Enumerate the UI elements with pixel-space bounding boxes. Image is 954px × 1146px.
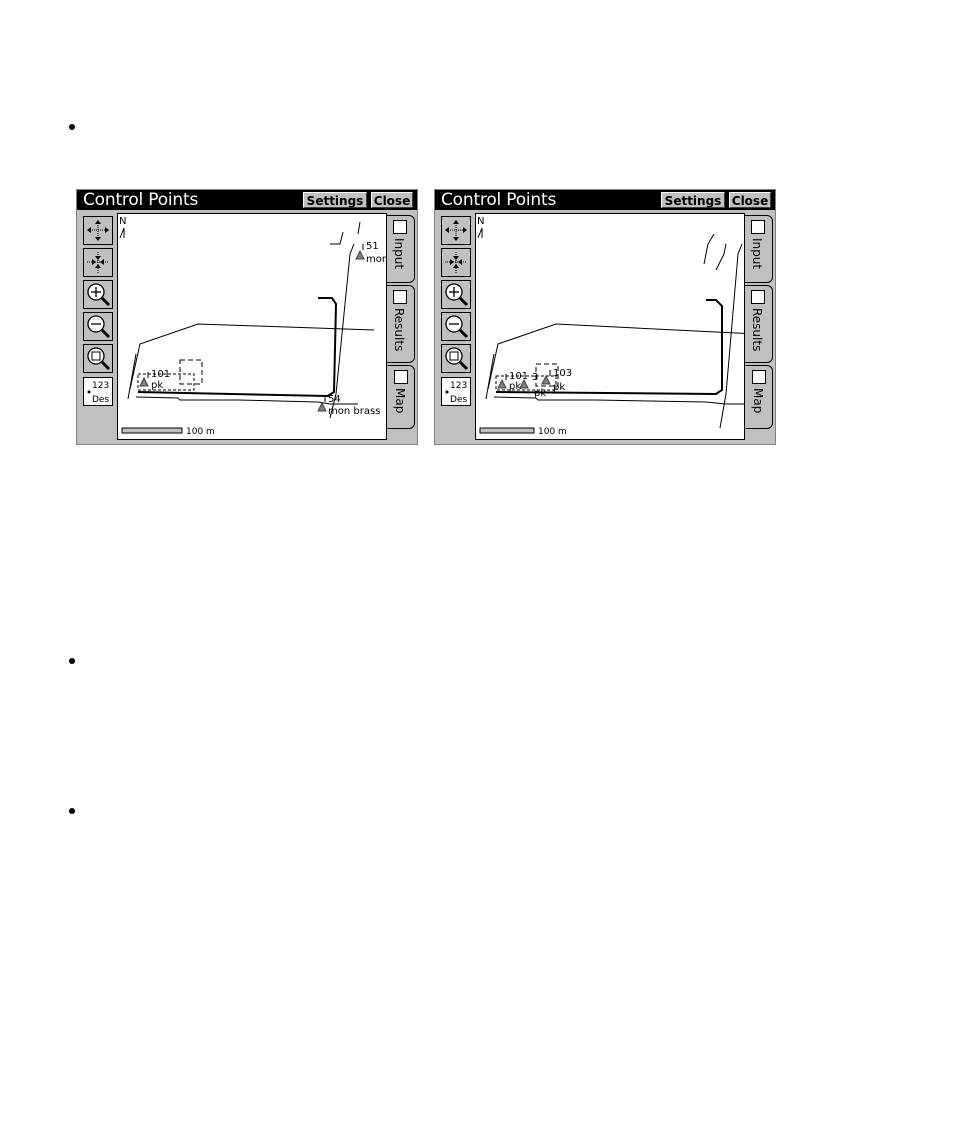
bullet-marker — [69, 658, 75, 664]
map-canvas: N 101 pk 51 mon 54 mon brass 100 m — [119, 216, 386, 437]
zoom-window-button[interactable] — [83, 344, 113, 373]
control-point-marker — [497, 378, 507, 389]
zoom-in-button[interactable] — [83, 280, 113, 309]
tab-input[interactable]: Input — [745, 215, 773, 283]
point-description: pk — [509, 381, 521, 392]
results-tab-icon — [751, 290, 765, 304]
zoom-extents-button[interactable] — [441, 216, 471, 245]
point-labels-icon: 123 Des — [445, 381, 467, 405]
scale-label: 100 m — [186, 427, 215, 437]
title-bar: Control Points Settings Close — [77, 190, 417, 210]
tab-input-label: Input — [392, 238, 406, 270]
north-label: N — [119, 216, 126, 227]
zoom-out-icon — [445, 315, 469, 339]
zoom-in-button[interactable] — [441, 280, 471, 309]
zoom-center-button[interactable] — [441, 248, 471, 277]
north-label: N — [477, 216, 484, 227]
zoom-out-button[interactable] — [83, 312, 113, 341]
tab-results-label: Results — [750, 308, 764, 352]
tab-map-label: Map — [751, 388, 765, 414]
map-canvas: N 101 pk 3 103 pk pk 100 m — [477, 216, 744, 437]
tab-strip: Input Results Map — [387, 213, 417, 443]
results-tab-icon — [393, 290, 407, 304]
tab-map[interactable]: Map — [387, 365, 415, 429]
point-label: 103 — [553, 368, 572, 379]
map-view[interactable]: N 101 pk 3 103 pk pk 100 m — [475, 213, 745, 440]
map-tab-icon — [394, 370, 408, 384]
scale-bar — [121, 427, 183, 434]
zoom-extents-icon — [87, 220, 109, 241]
map-toolbar: 123 Des — [437, 212, 473, 444]
point-description: pk — [534, 388, 546, 399]
tab-map-label: Map — [393, 388, 407, 414]
close-button[interactable]: Close — [729, 192, 771, 208]
tab-map[interactable]: Map — [745, 365, 773, 429]
map-toolbar: 123 Des — [79, 212, 115, 444]
point-description: mon brass — [328, 406, 380, 417]
bullet-marker — [69, 124, 75, 130]
svg-text:123: 123 — [450, 381, 467, 391]
zoom-extents-icon — [445, 220, 467, 241]
control-point-marker — [317, 401, 327, 412]
settings-button[interactable]: Settings — [303, 192, 367, 208]
window-title: Control Points — [83, 190, 199, 210]
tab-results[interactable]: Results — [745, 285, 773, 363]
tab-results-label: Results — [392, 308, 406, 352]
close-button[interactable]: Close — [371, 192, 413, 208]
control-points-screen-left: Control Points Settings Close 123 Des N … — [76, 189, 418, 445]
north-arrow-icon — [119, 227, 125, 239]
north-arrow-icon — [477, 227, 483, 239]
zoom-out-icon — [87, 315, 111, 339]
zoom-window-icon — [87, 347, 111, 371]
point-labels-icon: 123 Des — [87, 381, 109, 405]
point-labels-button[interactable]: 123 Des — [83, 377, 113, 406]
tab-strip: Input Results Map — [745, 213, 775, 443]
input-tab-icon — [393, 220, 407, 234]
map-tab-icon — [752, 370, 766, 384]
point-labels-button[interactable]: 123 Des — [441, 377, 471, 406]
scale-bar — [479, 427, 535, 434]
svg-text:Des: Des — [92, 395, 109, 405]
point-label: 101 — [151, 369, 170, 380]
zoom-center-icon — [445, 252, 467, 273]
window-title: Control Points — [441, 190, 557, 210]
point-description: pk — [553, 382, 565, 393]
zoom-in-icon — [87, 283, 111, 307]
control-point-marker — [139, 376, 149, 387]
map-view[interactable]: N 101 pk 51 mon 54 mon brass 100 m — [117, 213, 387, 440]
tab-results[interactable]: Results — [387, 285, 415, 363]
point-description: mon — [366, 254, 386, 265]
control-points-screen-right: Control Points Settings Close 123 Des N … — [434, 189, 776, 445]
scale-label: 100 m — [538, 427, 567, 437]
tab-input-label: Input — [750, 238, 764, 270]
input-tab-icon — [751, 220, 765, 234]
point-label: 51 — [366, 241, 379, 252]
zoom-window-icon — [445, 347, 469, 371]
title-bar: Control Points Settings Close — [435, 190, 775, 210]
svg-text:Des: Des — [450, 395, 467, 405]
point-description: pk — [151, 380, 163, 391]
point-label: 54 — [328, 394, 341, 405]
control-point-marker — [541, 374, 551, 385]
zoom-window-button[interactable] — [441, 344, 471, 373]
bullet-marker — [69, 808, 75, 814]
settings-button[interactable]: Settings — [661, 192, 725, 208]
zoom-center-icon — [87, 252, 109, 273]
control-point-marker — [355, 249, 365, 260]
point-label: 3 — [532, 372, 538, 383]
tab-input[interactable]: Input — [387, 215, 415, 283]
svg-text:123: 123 — [92, 381, 109, 391]
zoom-out-button[interactable] — [441, 312, 471, 341]
zoom-extents-button[interactable] — [83, 216, 113, 245]
zoom-center-button[interactable] — [83, 248, 113, 277]
zoom-in-icon — [445, 283, 469, 307]
